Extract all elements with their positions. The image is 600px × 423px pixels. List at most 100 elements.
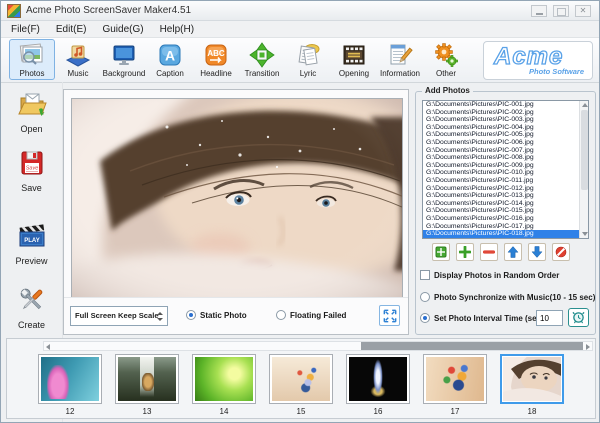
file-list-item[interactable]: G:\Documents\Pictures\PIC-012.jpg	[423, 185, 588, 193]
thumbnail-14[interactable]	[192, 354, 256, 404]
file-list-item[interactable]: G:\Documents\Pictures\PIC-015.jpg	[423, 207, 588, 215]
move-down-button[interactable]	[528, 243, 546, 261]
tool-music[interactable]: Music	[55, 39, 101, 80]
preview-panel: Full Screen Keep Scale Static Photo Floa…	[63, 89, 409, 335]
fullscreen-button[interactable]	[379, 305, 400, 326]
scrollbar-thumb[interactable]	[361, 342, 583, 350]
file-list-item[interactable]: G:\Documents\Pictures\PIC-010.jpg	[423, 169, 588, 177]
thumbnail-number: 17	[423, 407, 487, 416]
file-list-item-selected[interactable]: G:\Documents\Pictures\PIC-018.jpg	[423, 230, 588, 238]
file-list-item[interactable]: G:\Documents\Pictures\PIC-011.jpg	[423, 177, 588, 185]
window-title: Acme Photo ScreenSaver Maker4.51	[26, 5, 191, 16]
thumbnail-image	[195, 357, 253, 401]
thumbnail-image	[118, 357, 176, 401]
random-order-checkbox[interactable]: Display Photos in Random Order	[420, 270, 559, 280]
file-list-item[interactable]: G:\Documents\Pictures\PIC-007.jpg	[423, 147, 588, 155]
thumbnail-15[interactable]	[269, 354, 333, 404]
interval-timer-button[interactable]	[568, 308, 589, 327]
tool-caption[interactable]: A Caption	[147, 39, 193, 80]
thumbnail-18-selected[interactable]	[500, 354, 564, 404]
file-list-item[interactable]: G:\Documents\Pictures\PIC-016.jpg	[423, 215, 588, 223]
file-list-item[interactable]: G:\Documents\Pictures\PIC-014.jpg	[423, 200, 588, 208]
tool-headline[interactable]: ABC Headline	[193, 39, 239, 80]
save-label: Save	[1, 183, 62, 193]
thumbnail-image	[426, 357, 484, 401]
tool-background[interactable]: Background	[101, 39, 147, 80]
opening-icon	[341, 42, 367, 68]
radio-icon	[420, 292, 430, 302]
interval-time-radio[interactable]: Set Photo Interval Time (sec)	[420, 313, 544, 323]
thumbnail-17[interactable]	[423, 354, 487, 404]
add-photo-button[interactable]	[456, 243, 474, 261]
menu-guide[interactable]: Guide(G)	[102, 24, 143, 35]
fullscreen-expand-icon	[383, 309, 397, 323]
tool-label: Other	[436, 69, 456, 78]
app-icon	[7, 4, 21, 18]
music-sync-label: Photo Synchronize with Music(10 - 15 sec…	[434, 293, 595, 302]
floating-failed-radio[interactable]: Floating Failed	[276, 310, 346, 320]
photo-file-list[interactable]: G:\Documents\Pictures\PIC-001.jpg G:\Doc…	[422, 100, 589, 239]
tool-lyric[interactable]: Lyric	[285, 39, 331, 80]
thumbnail-number: 13	[115, 407, 179, 416]
file-list-item[interactable]: G:\Documents\Pictures\PIC-005.jpg	[423, 131, 588, 139]
file-list-item[interactable]: G:\Documents\Pictures\PIC-006.jpg	[423, 139, 588, 147]
music-icon	[65, 42, 91, 68]
tool-information[interactable]: Information	[377, 39, 423, 80]
create-button[interactable]: Create	[1, 285, 62, 330]
scale-mode-select[interactable]: Full Screen Keep Scale	[70, 306, 168, 326]
maximize-button[interactable]	[553, 5, 569, 17]
file-list-item[interactable]: G:\Documents\Pictures\PIC-004.jpg	[423, 124, 588, 132]
filmstrip-scrollbar[interactable]	[43, 341, 593, 351]
tool-label: Background	[103, 69, 146, 78]
caption-icon: A	[157, 42, 183, 68]
file-list-item[interactable]: G:\Documents\Pictures\PIC-002.jpg	[423, 109, 588, 117]
list-scrollbar[interactable]	[579, 101, 588, 238]
static-photo-radio[interactable]: Static Photo	[186, 310, 247, 320]
tool-label: Photos	[20, 69, 45, 78]
thumbnail-number: 18	[500, 407, 564, 416]
add-folder-icon	[435, 246, 447, 258]
tool-label: Headline	[200, 69, 232, 78]
tool-other[interactable]: Other	[423, 39, 469, 80]
minimize-button[interactable]	[531, 5, 547, 17]
app-window: Acme Photo ScreenSaver Maker4.51 ✕ File(…	[0, 0, 600, 423]
save-button[interactable]: Save Save	[1, 148, 62, 193]
clock-icon	[572, 311, 585, 324]
combo-spinner-icon[interactable]	[154, 309, 165, 323]
add-folder-button[interactable]	[432, 243, 450, 261]
menu-help[interactable]: Help(H)	[160, 24, 194, 35]
open-button[interactable]: Open	[1, 89, 62, 134]
interval-seconds-input[interactable]	[536, 310, 563, 326]
checkbox-icon	[420, 270, 430, 280]
file-list-item[interactable]: G:\Documents\Pictures\PIC-001.jpg	[423, 101, 588, 109]
thumbnail-number: 14	[192, 407, 256, 416]
file-list-item[interactable]: G:\Documents\Pictures\PIC-009.jpg	[423, 162, 588, 170]
tool-label: Lyric	[300, 69, 317, 78]
tool-photos[interactable]: Photos	[9, 39, 55, 80]
thumbnail-number: 15	[269, 407, 333, 416]
move-up-button[interactable]	[504, 243, 522, 261]
preview-button[interactable]: PLAY Preview	[1, 221, 62, 266]
tool-label: Transition	[245, 69, 280, 78]
thumbnail-12[interactable]	[38, 354, 102, 404]
music-sync-radio[interactable]: Photo Synchronize with Music(10 - 15 sec…	[420, 292, 595, 302]
file-list-item[interactable]: G:\Documents\Pictures\PIC-013.jpg	[423, 192, 588, 200]
menu-edit[interactable]: Edit(E)	[56, 24, 87, 35]
thumbnail-13[interactable]	[115, 354, 179, 404]
menu-file[interactable]: File(F)	[11, 24, 40, 35]
tool-opening[interactable]: Opening	[331, 39, 377, 80]
radio-icon	[420, 313, 430, 323]
close-button[interactable]: ✕	[575, 5, 591, 17]
tool-transition[interactable]: Transition	[239, 39, 285, 80]
thumbnail-16[interactable]	[346, 354, 410, 404]
tool-label: Information	[380, 69, 420, 78]
svg-text:PLAY: PLAY	[24, 238, 39, 244]
file-list-item[interactable]: G:\Documents\Pictures\PIC-003.jpg	[423, 116, 588, 124]
thumbnail-image	[503, 357, 561, 401]
file-list-item[interactable]: G:\Documents\Pictures\PIC-008.jpg	[423, 154, 588, 162]
remove-photo-button[interactable]	[480, 243, 498, 261]
photos-icon	[19, 42, 45, 68]
filmstrip-panel: 12 13 14 15 16 17 18	[6, 338, 596, 419]
clear-all-button[interactable]	[552, 243, 570, 261]
file-list-item[interactable]: G:\Documents\Pictures\PIC-017.jpg	[423, 223, 588, 231]
